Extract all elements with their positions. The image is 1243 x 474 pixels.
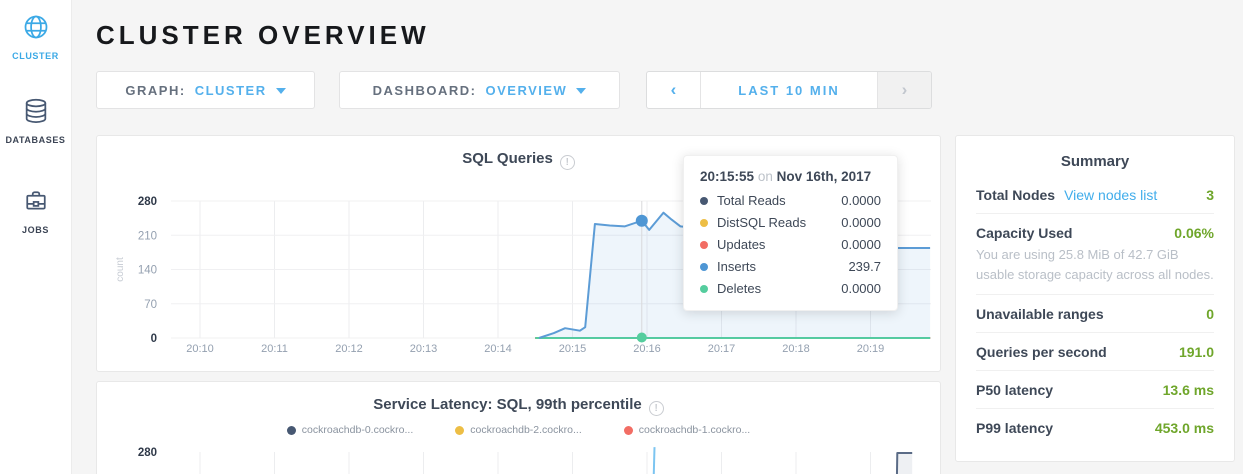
summary-row-label: Capacity Used [976, 225, 1072, 241]
y-axis-label: count [115, 257, 126, 282]
time-prev-button[interactable]: ‹ [647, 72, 701, 108]
hover-dot-inserts [636, 215, 648, 227]
globe-icon [22, 13, 50, 46]
summary-row-label: P99 latency [976, 420, 1053, 436]
y-tick-label: 140 [138, 265, 157, 277]
hover-dot-deletes [637, 333, 647, 343]
sidebar-item-label: JOBS [22, 225, 49, 235]
x-tick-label: 20:13 [410, 343, 438, 355]
summary-row: Capacity Used 0.06% You are using 25.8 MiB… [976, 213, 1214, 294]
view-nodes-list-link[interactable]: View nodes list [1064, 187, 1157, 203]
summary-panel: Summary Total Nodes View nodes list 3 Capac… [955, 135, 1235, 462]
chevron-down-icon [576, 88, 586, 94]
x-tick-label: 20:11 [261, 343, 288, 355]
time-range-selector: ‹ LAST 10 MIN › [646, 71, 932, 109]
dashboard-dropdown[interactable]: DASHBOARD: OVERVIEW [339, 71, 620, 109]
chevron-right-icon: › [902, 80, 908, 100]
chart-series [651, 447, 913, 474]
x-gridlines [200, 452, 871, 474]
y-tick-label: 0 [151, 333, 157, 345]
x-tick-label: 20:10 [186, 343, 214, 355]
summary-row-label: Total Nodes [976, 187, 1055, 203]
series-color-dot [700, 197, 708, 205]
sidebar-item-cluster[interactable]: CLUSTER [0, 0, 71, 61]
y-tick-label: 280 [138, 196, 157, 208]
sidebar: CLUSTER DATABASES JOBS [0, 0, 72, 474]
tooltip-series-value: 0.0000 [841, 215, 881, 230]
summary-row: Unavailable ranges 0 [976, 294, 1214, 332]
dashboard-dropdown-label: DASHBOARD: [373, 83, 477, 98]
tooltip-row: DistSQL Reads 0.0000 [700, 215, 881, 230]
summary-row-label: P50 latency [976, 382, 1053, 398]
time-range-label[interactable]: LAST 10 MIN [701, 72, 877, 108]
series-color-dot [700, 263, 708, 271]
graph-dropdown-label: GRAPH: [125, 83, 185, 98]
tooltip-row: Inserts 239.7 [700, 259, 881, 274]
chevron-down-icon [276, 88, 286, 94]
y-tick-label: 280 [138, 447, 157, 459]
tooltip-row: Total Reads 0.0000 [700, 193, 881, 208]
dashboard-dropdown-value: OVERVIEW [486, 83, 568, 98]
tooltip-series-name: Updates [717, 237, 765, 252]
summary-row-value: 0 [1206, 306, 1214, 322]
summary-row-note: You are using 25.8 MiB of 42.7 GiB usabl… [976, 245, 1214, 284]
briefcase-icon [22, 187, 50, 220]
tooltip-series-name: DistSQL Reads [717, 215, 806, 230]
tooltip-series-value: 239.7 [848, 259, 881, 274]
x-tick-label: 20:17 [708, 343, 736, 355]
x-tick-label: 20:14 [484, 343, 512, 355]
series-color-dot [700, 219, 708, 227]
y-tick-label: 210 [138, 230, 157, 242]
sidebar-item-label: CLUSTER [12, 51, 59, 61]
chevron-left-icon: ‹ [671, 80, 677, 100]
tooltip-series-name: Inserts [717, 259, 756, 274]
tooltip-series-name: Deletes [717, 281, 761, 296]
summary-row-value: 0.06% [1174, 225, 1214, 241]
summary-row: Total Nodes View nodes list 3 [976, 176, 1214, 213]
summary-row-label: Unavailable ranges [976, 306, 1104, 322]
y-tick-label: 70 [144, 299, 157, 311]
sidebar-item-jobs[interactable]: JOBS [0, 145, 71, 235]
x-tick-label: 20:12 [335, 343, 363, 355]
tooltip-series-value: 0.0000 [841, 237, 881, 252]
x-tick-label: 20:18 [782, 343, 810, 355]
summary-row-value: 453.0 ms [1155, 420, 1214, 436]
summary-row-value: 13.6 ms [1163, 382, 1214, 398]
tooltip-on-word: on [758, 169, 773, 184]
tooltip-time: 20:15:55 [700, 169, 754, 184]
sidebar-item-databases[interactable]: DATABASES [0, 61, 71, 145]
tooltip-date: Nov 16th, 2017 [777, 169, 872, 184]
series-color-dot [700, 241, 708, 249]
tooltip-row: Updates 0.0000 [700, 237, 881, 252]
page-title: CLUSTER OVERVIEW [96, 20, 430, 51]
tooltip-row: Deletes 0.0000 [700, 281, 881, 296]
database-icon [22, 97, 50, 130]
graph-dropdown-value: CLUSTER [195, 83, 267, 98]
service-latency-chart-panel: Service Latency: SQL, 99th percentile! c… [96, 381, 941, 474]
x-tick-label: 20:15 [559, 343, 587, 355]
series-line [651, 447, 655, 474]
series-color-dot [700, 285, 708, 293]
summary-row: P99 latency 453.0 ms [976, 408, 1214, 446]
tooltip-series-value: 0.0000 [841, 193, 881, 208]
summary-title: Summary [976, 136, 1214, 176]
graph-dropdown[interactable]: GRAPH: CLUSTER [96, 71, 315, 109]
summary-row: Queries per second 191.0 [976, 332, 1214, 370]
service-latency-chart[interactable]: 280 [97, 382, 940, 474]
summary-row: P50 latency 13.6 ms [976, 370, 1214, 408]
x-tick-label: 20:19 [857, 343, 885, 355]
tooltip-series-value: 0.0000 [841, 281, 881, 296]
time-next-button-disabled[interactable]: › [877, 72, 931, 108]
y-gridlines: 280 [138, 447, 157, 459]
summary-row-value: 191.0 [1179, 344, 1214, 360]
summary-row-label: Queries per second [976, 344, 1107, 360]
tooltip-timestamp: 20:15:55 on Nov 16th, 2017 [700, 169, 881, 184]
x-tick-label: 20:16 [633, 343, 661, 355]
tooltip-series-name: Total Reads [717, 193, 786, 208]
sidebar-item-label: DATABASES [5, 135, 65, 145]
summary-row-value: 3 [1206, 187, 1214, 203]
chart-hover-tooltip: 20:15:55 on Nov 16th, 2017 Total Reads 0.… [683, 155, 898, 311]
